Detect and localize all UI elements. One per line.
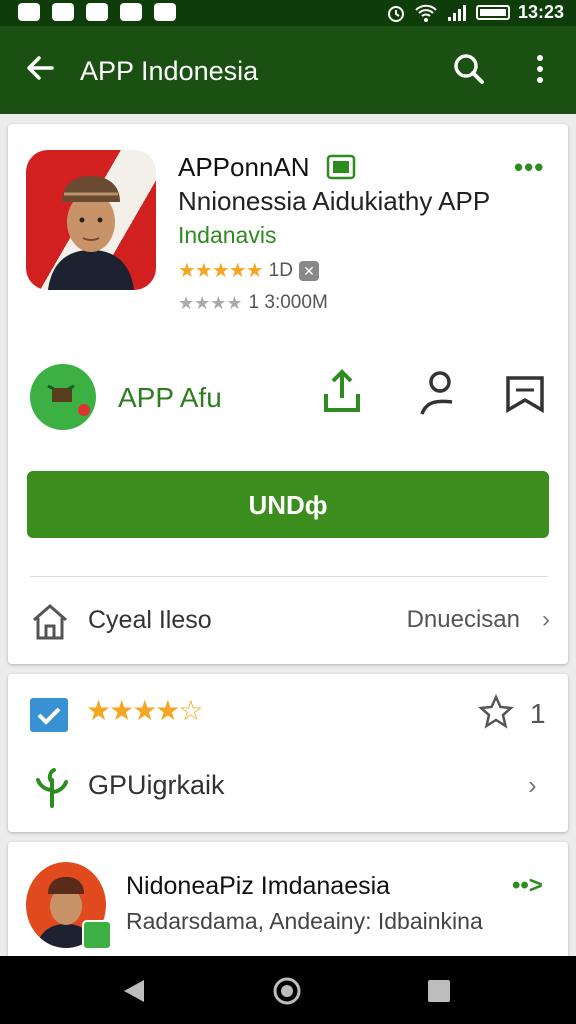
grey-stars: ★★★★ [178,292,243,313]
nav-recents-icon[interactable] [428,980,450,1002]
secondary-app-label[interactable]: APP Afu [118,382,222,414]
clock: 13:23 [517,2,564,22]
install-count-row: ★★★★ 1 3:000M [178,292,328,314]
rating-count: 1D [268,259,293,281]
portrait-icon [48,176,134,290]
content-rating-icon: ✕ [298,260,319,281]
alarm-icon [387,5,404,22]
verified-badge-icon [82,920,112,950]
reviews-row-label[interactable]: GPUigrkaik [88,770,225,801]
review-stars: ★★★★☆ [86,695,204,726]
developer-link[interactable]: Indanavis [178,222,276,249]
publisher-name: NidoneaPiz Imdanaesia [126,872,391,900]
notification-icons [18,3,176,21]
notification-icon [52,3,74,21]
nav-back-icon[interactable] [122,978,146,1004]
divider [30,576,548,577]
publisher-subtitle: Radarsdama, Andeainy: Idbainkina [126,908,483,934]
status-right: 13:23 [386,2,564,23]
publisher-card[interactable]: NidoneaPiz Imdanaesia ••> Radarsdama, An… [8,842,568,972]
install-count: 1 3:000M [248,292,328,313]
publisher-more-icon[interactable]: ••> [512,872,543,900]
share-icon[interactable] [322,368,362,414]
rating-row: ★★★★★ 1D ✕ [178,258,319,283]
app-name: APPonnAN [178,152,310,182]
reviews-card: ★★★★☆ 1 GPUigrkaik › [8,674,568,832]
secondary-app-icon[interactable] [30,364,96,430]
rating-stars: ★★★★★ [178,260,264,282]
nav-home-icon[interactable] [272,976,302,1006]
app-detail-card: APPonnAN ••• Nnionessia Aidukiathy APP I… [8,124,568,664]
notification-icon [154,3,176,21]
notification-icon [86,3,108,21]
install-button[interactable]: UNDф [27,471,549,538]
status-bar: 13:23 [0,0,576,26]
app-bar-title: APP Indonesia [80,56,259,86]
bookmark-icon[interactable] [504,374,546,414]
more-vert-icon[interactable] [530,52,550,86]
battery-icon [475,5,510,20]
signal-icon [447,4,466,21]
checkbox-icon[interactable] [30,698,68,732]
leaf-icon [36,768,68,808]
notification-icon [18,3,40,21]
editors-choice-icon [326,154,356,180]
info-label: Cyeal Ileso [88,606,212,634]
chevron-right-icon: › [542,606,550,633]
navigation-bar [0,956,576,1024]
home-icon [33,604,67,640]
star-outline-icon[interactable] [478,694,514,730]
wifi-icon [415,4,437,22]
person-icon[interactable] [418,370,458,416]
notification-icon [120,3,142,21]
chevron-right-icon[interactable]: › [528,770,537,801]
app-subtitle: Nnionessia Aidukiathy APP [178,186,491,216]
review-count: 1 [530,698,546,729]
app-icon [26,150,156,290]
app-bar: APP Indonesia [0,26,576,114]
card-more-icon[interactable]: ••• [514,152,544,183]
info-row[interactable]: Cyeal Ileso Dnuecisan › [30,598,550,644]
info-value: Dnuecisan [406,606,520,633]
back-arrow-icon[interactable] [22,50,58,86]
search-icon[interactable] [452,52,486,86]
